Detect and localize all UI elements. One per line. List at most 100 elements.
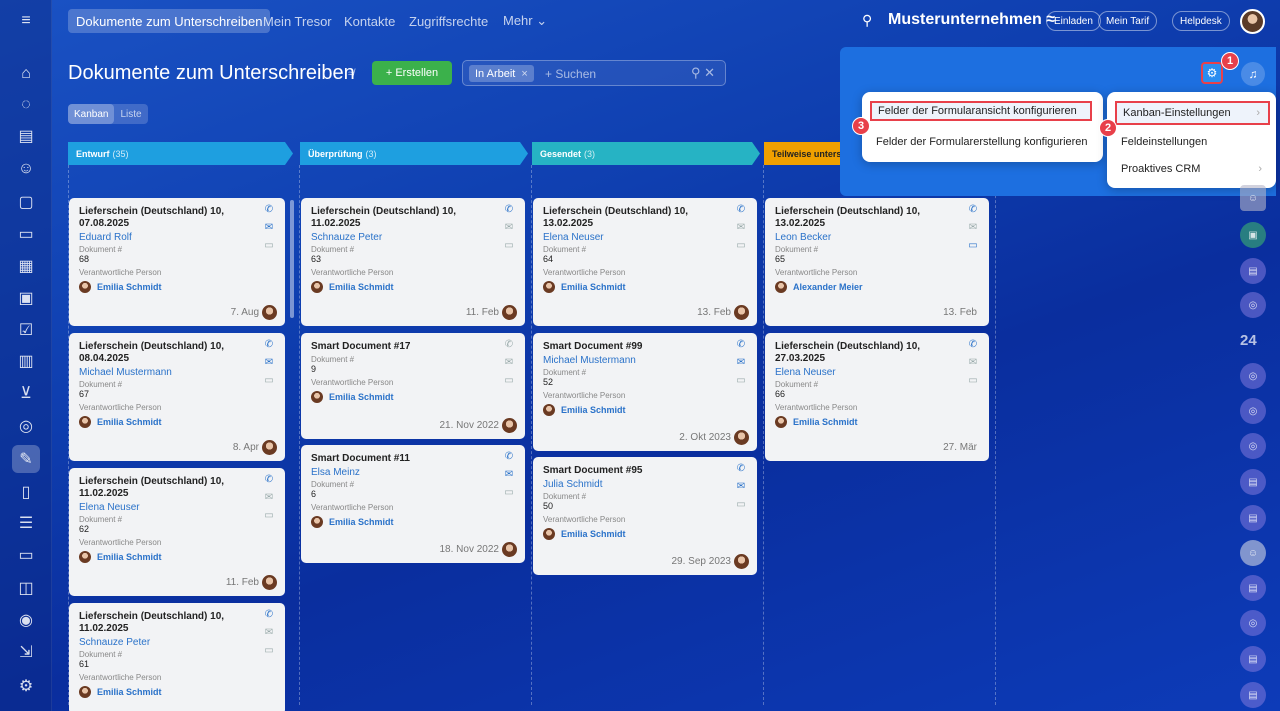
phone-icon[interactable]: ✆ bbox=[263, 609, 275, 621]
avatar[interactable] bbox=[262, 440, 277, 455]
column-header-review[interactable]: Überprüfung (3) bbox=[300, 142, 528, 165]
avatar[interactable] bbox=[734, 554, 749, 569]
analytics-icon[interactable]: ▥ bbox=[14, 349, 38, 373]
comment-icon[interactable]: ▭ bbox=[503, 375, 515, 387]
rail-doc-icon[interactable]: ▤ bbox=[1240, 505, 1266, 531]
gear-icon[interactable]: ⚙ bbox=[1201, 62, 1223, 84]
avatar[interactable] bbox=[262, 575, 277, 590]
phone-icon[interactable]: ✆ bbox=[503, 451, 515, 463]
menu-icon[interactable]: ≡ bbox=[14, 9, 38, 33]
pin-icon[interactable]: ≉ bbox=[348, 68, 354, 80]
comment-icon[interactable]: ▭ bbox=[967, 375, 979, 387]
calendar-icon[interactable]: ▣ bbox=[14, 286, 38, 310]
mail-icon[interactable]: ✉ bbox=[967, 357, 979, 369]
tasks-icon[interactable]: ▤ bbox=[14, 124, 38, 148]
comment-icon[interactable]: ▭ bbox=[263, 375, 275, 387]
comment-icon[interactable]: ▭ bbox=[735, 499, 747, 511]
comment-icon[interactable]: ▭ bbox=[263, 510, 275, 522]
phone-icon[interactable]: ✆ bbox=[503, 204, 515, 216]
home-icon[interactable]: ⌂ bbox=[14, 62, 38, 86]
kanban-card[interactable]: Smart Document #17 Dokument # 9 Verantwo… bbox=[301, 333, 525, 439]
mail-icon[interactable]: ✉ bbox=[503, 357, 515, 369]
rail-target-icon[interactable]: ◎ bbox=[1240, 433, 1266, 459]
drive-icon[interactable]: ▭ bbox=[14, 222, 38, 246]
phone-icon[interactable]: ✆ bbox=[967, 339, 979, 351]
rail-avatar[interactable]: ☺ bbox=[1240, 540, 1266, 566]
settings-icon[interactable]: ⚙ bbox=[14, 674, 38, 698]
rail-counter[interactable]: 24 bbox=[1240, 332, 1257, 349]
kanban-card[interactable]: Smart Document #99 Michael Mustermann Do… bbox=[533, 333, 757, 451]
view-list[interactable]: Liste bbox=[114, 104, 147, 124]
menu-item-form-view-fields[interactable]: Felder der Formularansicht konfigurieren bbox=[870, 101, 1092, 121]
invite-button[interactable]: Einladen bbox=[1046, 11, 1101, 31]
nav-vault[interactable]: Mein Tresor bbox=[255, 9, 340, 33]
close-icon[interactable]: × bbox=[521, 68, 527, 80]
kanban-card[interactable]: Lieferschein (Deutschland) 10, 11.02.202… bbox=[69, 468, 285, 596]
search-field[interactable]: In Arbeit × + Suchen ⚲ ✕ bbox=[462, 60, 726, 86]
nav-documents[interactable]: Dokumente zum Unterschreiben bbox=[68, 9, 271, 33]
rail-target-icon[interactable]: ◎ bbox=[1240, 398, 1266, 424]
menu-item-kanban-settings[interactable]: Kanban-Einstellungen › bbox=[1115, 101, 1270, 125]
phone-icon[interactable]: ✆ bbox=[735, 463, 747, 475]
building-icon[interactable]: ▯ bbox=[14, 480, 38, 504]
rail-doc-icon[interactable]: ▤ bbox=[1240, 469, 1266, 495]
helpdesk-button[interactable]: Helpdesk bbox=[1172, 11, 1230, 31]
rail-doc-icon[interactable]: ▤ bbox=[1240, 682, 1266, 708]
filter-icon[interactable]: ☰ bbox=[14, 511, 38, 535]
support-icon[interactable]: ◉ bbox=[14, 608, 38, 632]
rail-target-icon[interactable]: ◎ bbox=[1240, 292, 1266, 318]
search-input[interactable]: + Suchen bbox=[545, 67, 596, 81]
search-icon[interactable]: ⚲ bbox=[862, 12, 872, 29]
tariff-button[interactable]: Mein Tarif bbox=[1098, 11, 1158, 31]
kanban-card[interactable]: Smart Document #95 Julia Schmidt Dokumen… bbox=[533, 457, 757, 575]
rail-doc-icon[interactable]: ▤ bbox=[1240, 646, 1266, 672]
rail-avatar[interactable]: ☺ bbox=[1240, 185, 1266, 211]
sign-icon[interactable]: ✎ bbox=[12, 445, 40, 473]
rail-target-icon[interactable]: ◎ bbox=[1240, 610, 1266, 636]
mail-icon[interactable]: ✉ bbox=[263, 492, 275, 504]
checklist-icon[interactable]: ☑ bbox=[14, 318, 38, 342]
kanban-card[interactable]: Lieferschein (Deutschland) 10, 13.02.202… bbox=[533, 198, 757, 326]
mail-icon[interactable]: ✉ bbox=[263, 357, 275, 369]
chat-icon[interactable]: ▭ bbox=[14, 543, 38, 567]
phone-icon[interactable]: ✆ bbox=[263, 339, 275, 351]
rail-doc-icon[interactable]: ▤ bbox=[1240, 575, 1266, 601]
nav-contacts[interactable]: Kontakte bbox=[336, 9, 403, 33]
menu-item-proactive-crm[interactable]: Proaktives CRM › bbox=[1115, 159, 1270, 179]
create-button[interactable]: + Erstellen bbox=[372, 61, 452, 85]
kanban-card[interactable]: Lieferschein (Deutschland) 10, 27.03.202… bbox=[765, 333, 989, 461]
rail-doc-icon[interactable]: ▤ bbox=[1240, 258, 1266, 284]
avatar[interactable] bbox=[502, 305, 517, 320]
phone-icon[interactable]: ✆ bbox=[967, 204, 979, 216]
target-icon[interactable]: ◎ bbox=[14, 414, 38, 438]
menu-item-field-settings[interactable]: Feldeinstellungen bbox=[1115, 132, 1270, 152]
comment-icon[interactable]: ▭ bbox=[263, 240, 275, 252]
kanban-card[interactable]: Lieferschein (Deutschland) 10, 07.08.202… bbox=[69, 198, 285, 326]
column-header-sent[interactable]: Gesendet (3) bbox=[532, 142, 760, 165]
mail-icon[interactable]: ✉ bbox=[967, 222, 979, 234]
phone-icon[interactable]: ✆ bbox=[735, 204, 747, 216]
user-avatar[interactable] bbox=[1240, 9, 1265, 34]
feed-icon[interactable]: ◌ bbox=[14, 93, 38, 117]
avatar[interactable] bbox=[734, 305, 749, 320]
column-scrollbar[interactable] bbox=[290, 200, 294, 318]
mail-icon[interactable]: ✉ bbox=[735, 357, 747, 369]
comment-icon[interactable]: ▭ bbox=[263, 645, 275, 657]
rail-target-icon[interactable]: ◎ bbox=[1240, 363, 1266, 389]
avatar[interactable] bbox=[262, 305, 277, 320]
mail-icon[interactable]: ✉ bbox=[503, 469, 515, 481]
nav-more[interactable]: Mehr ⌄ bbox=[495, 9, 555, 33]
avatar[interactable] bbox=[502, 418, 517, 433]
menu-item-form-create-fields[interactable]: Felder der Formularerstellung konfigurie… bbox=[870, 132, 1096, 152]
kanban-card[interactable]: Lieferschein (Deutschland) 10, 13.02.202… bbox=[765, 198, 989, 326]
company-name[interactable]: Musterunternehmen ≈ bbox=[888, 11, 1055, 29]
mail-icon[interactable]: ✉ bbox=[263, 627, 275, 639]
view-kanban[interactable]: Kanban bbox=[68, 104, 115, 124]
docs-icon[interactable]: ▢ bbox=[14, 190, 38, 214]
phone-icon[interactable]: ✆ bbox=[263, 474, 275, 486]
filter-tag[interactable]: In Arbeit × bbox=[469, 65, 534, 82]
kanban-card[interactable]: Smart Document #11 Elsa Meinz Dokument #… bbox=[301, 445, 525, 563]
column-header-draft[interactable]: Entwurf (35) bbox=[68, 142, 293, 165]
comment-icon[interactable]: ▭ bbox=[967, 240, 979, 252]
mail-icon[interactable]: ✉ bbox=[735, 481, 747, 493]
